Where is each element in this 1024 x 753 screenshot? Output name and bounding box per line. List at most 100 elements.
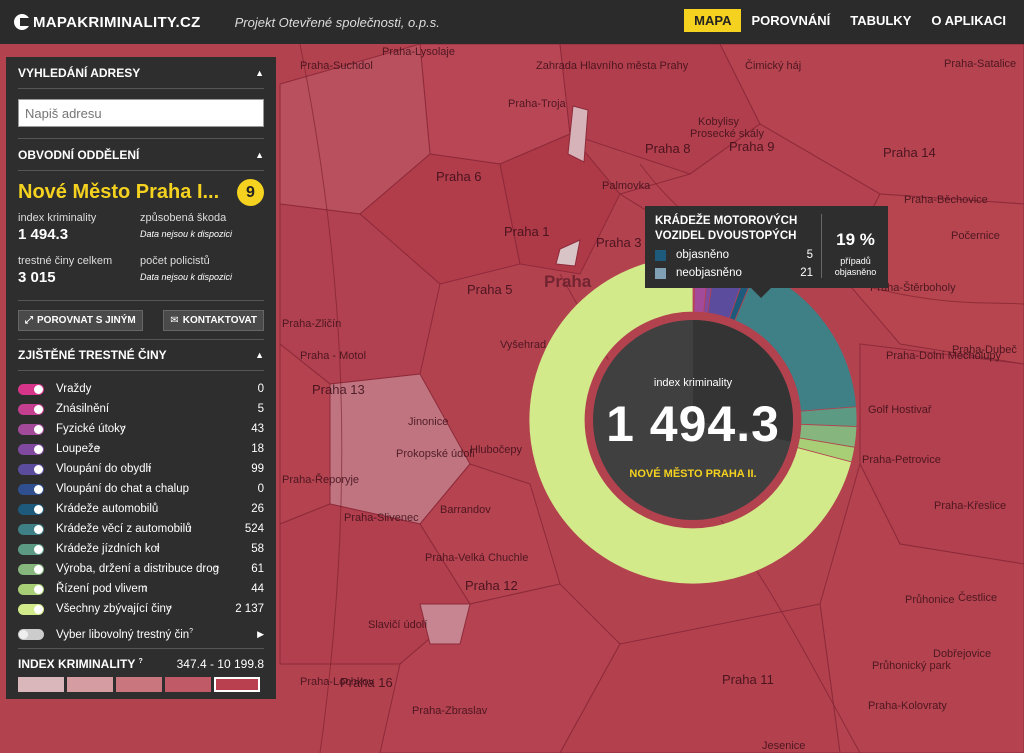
stat-police: počet policistů Data nejsou k dispozici (140, 255, 264, 296)
map-label: Praha-Běchovice (904, 194, 988, 206)
tooltip-solved-swatch (655, 249, 666, 261)
district-rank-badge: 9 (237, 179, 264, 206)
crime-row[interactable]: Řízení pod vlivem? 44 (18, 579, 264, 599)
map-label: Praha-Velká Chuchle (425, 552, 529, 564)
map-label: Prokopské údolí (396, 448, 475, 460)
toggle-switch[interactable] (18, 463, 44, 475)
map-label: Golf Hostivař (868, 404, 932, 416)
crime-row[interactable]: Výroba, držení a distribuce drog? 61 (18, 559, 264, 579)
toggle-switch[interactable] (18, 583, 44, 595)
stat-total: trestné činy celkem 3 015 (18, 255, 140, 296)
legend-swatch (116, 677, 162, 692)
map-label: Praha-Troja (508, 98, 566, 110)
contact-button[interactable]: ✉ KONTAKTOVAT (163, 310, 264, 331)
toggle-switch[interactable] (18, 503, 44, 515)
toggle-switch[interactable] (18, 543, 44, 555)
crime-row[interactable]: Vloupání do chat a chalup 0 (18, 479, 264, 499)
tooltip-solved-label: objasněno (676, 249, 730, 261)
crime-row[interactable]: Fyzické útoky? 43 (18, 419, 264, 439)
map-label: Praha - Motol (300, 350, 367, 362)
compare-button[interactable]: ⤢ POROVNAT S JINÝM (18, 310, 143, 331)
crime-count: 58 (251, 543, 264, 555)
help-icon[interactable]: ? (143, 586, 251, 593)
district-header[interactable]: OBVODNÍ ODDĚLENÍ ▲ (18, 139, 264, 171)
crime-donut-chart[interactable]: index kriminality 1 494.3 NOVÉ MĚSTO PRA… (528, 255, 858, 585)
crime-count: 0 (257, 483, 264, 495)
help-icon[interactable]: ? (122, 426, 252, 433)
map-label: Dobřejovice (933, 648, 992, 660)
collapse-caret-icon[interactable]: ▲ (255, 68, 264, 78)
toggle-switch[interactable] (18, 423, 44, 435)
crime-name: Krádeže automobilů (56, 503, 159, 515)
stat-total-label: trestné činy celkem (18, 255, 113, 267)
map-label: Praha-Lysolaje (382, 46, 455, 58)
tooltip-unsolved-label: neobjasněno (676, 267, 742, 279)
tooltip-unsolved-row: neobjasněno 21 (655, 267, 813, 279)
nav-porovnani[interactable]: POROVNÁNÍ (741, 9, 840, 32)
crime-name: Loupeže (56, 443, 101, 455)
toggle-switch[interactable] (18, 383, 44, 395)
help-icon[interactable]: ? (147, 466, 251, 473)
toggle-switch[interactable] (18, 629, 44, 640)
crime-count: 5 (257, 403, 264, 415)
help-icon[interactable]: ? (156, 546, 252, 553)
logo[interactable]: MAPAKRIMINALITY.CZ (14, 14, 201, 31)
crime-count: 43 (251, 423, 264, 435)
crime-row[interactable]: Vraždy 0 (18, 379, 264, 399)
map-label: Praha-Zličín (282, 318, 342, 330)
tooltip-unsolved-value: 21 (800, 267, 813, 279)
map-label: Praha-Satalice (944, 58, 1017, 70)
tooltip-percent-caption-line2: objasněno (834, 267, 877, 277)
stat-total-value: 3 015 (18, 269, 56, 286)
logo-text: MAPAKRIMINALITY.CZ (33, 13, 201, 31)
crime-row[interactable]: Všechny zbývající činy? 2 137 (18, 599, 264, 619)
stat-damage-value: Data nejsou k dispozici (140, 229, 233, 239)
crimes-header[interactable]: ZJIŠTĚNÉ TRESTNÉ ČINY ▲ (18, 339, 264, 371)
help-icon[interactable]: ? (188, 526, 245, 533)
tooltip-percent-caption: případů objasněno (823, 256, 888, 278)
crime-row[interactable]: Vloupání do obydlí? 99 (18, 459, 264, 479)
nav-tabulky[interactable]: TABULKY (840, 9, 921, 32)
legend-swatch (214, 677, 260, 692)
map-label: Jesenice (762, 740, 806, 752)
help-icon[interactable]: ? (96, 446, 251, 453)
stat-index-value: 1 494.3 (18, 226, 69, 243)
map-label: Praha-Dubeč (952, 344, 1017, 356)
crime-row[interactable]: Znásilnění 5 (18, 399, 264, 419)
tooltip-divider (821, 214, 822, 278)
stat-index-label: index kriminality (18, 212, 97, 224)
help-icon[interactable]: ? (215, 566, 251, 573)
toggle-switch[interactable] (18, 443, 44, 455)
crime-row[interactable]: Loupeže? 18 (18, 439, 264, 459)
district-stats: index kriminality 1 494.3 způsobená škod… (18, 212, 264, 296)
toggle-switch[interactable] (18, 563, 44, 575)
toggle-switch[interactable] (18, 483, 44, 495)
nav-o-aplikaci[interactable]: O APLIKACI (921, 9, 1016, 32)
crime-count: 18 (251, 443, 264, 455)
collapse-caret-icon[interactable]: ▲ (255, 350, 264, 360)
tooltip-unsolved-swatch (655, 267, 666, 279)
crime-row[interactable]: Krádeže věcí z automobilů? 524 (18, 519, 264, 539)
address-search-header[interactable]: VYHLEDÁNÍ ADRESY ▲ (18, 57, 264, 89)
donut-district-name: NOVÉ MĚSTO PRAHA II. (629, 468, 757, 480)
toggle-switch[interactable] (18, 523, 44, 535)
compare-button-label: POROVNAT S JINÝM (37, 315, 136, 326)
crime-row[interactable]: Krádeže automobilů 26 (18, 499, 264, 519)
map-label: Praha-Lochkov (300, 676, 374, 688)
map-label: Průhonický park (872, 660, 951, 672)
stat-index: index kriminality 1 494.3 (18, 212, 140, 253)
chevron-right-icon[interactable]: ▶ (257, 629, 264, 640)
crime-row[interactable]: Krádeže jízdních kol? 58 (18, 539, 264, 559)
address-search-title: VYHLEDÁNÍ ADRESY (18, 65, 141, 80)
select-any-crime[interactable]: Vyber libovolný trestný čin? ▶ (18, 625, 264, 649)
district-title-row: Nové Město Praha I... 9 (18, 179, 264, 206)
collapse-caret-icon[interactable]: ▲ (255, 150, 264, 160)
tooltip-percent: 19 % (836, 230, 875, 249)
toggle-switch[interactable] (18, 603, 44, 615)
map-label: Praha 14 (883, 145, 936, 160)
address-search-input[interactable] (18, 99, 264, 127)
toggle-switch[interactable] (18, 403, 44, 415)
nav-mapa[interactable]: MAPA (684, 9, 742, 32)
help-icon[interactable]: ? (168, 606, 236, 613)
map-label: Praha-Slivenec (344, 512, 419, 524)
